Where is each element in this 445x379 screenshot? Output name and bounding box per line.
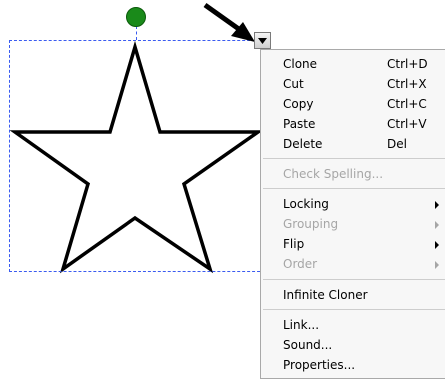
menu-item-label: Infinite Cloner <box>283 288 368 302</box>
menu-item-copy[interactable]: Copy Ctrl+C <box>261 95 445 114</box>
menu-item-infinite-cloner[interactable]: Infinite Cloner <box>261 286 445 305</box>
menu-item-label: Check Spelling... <box>283 167 384 181</box>
menu-item-properties[interactable]: Properties... <box>261 356 445 375</box>
menu-item-shortcut: Ctrl+D <box>387 57 428 71</box>
menu-item-shortcut: Ctrl+C <box>387 97 427 111</box>
menu-separator <box>263 309 445 310</box>
whiteboard-canvas[interactable]: Clone Ctrl+D Cut Ctrl+X Copy Ctrl+C Past… <box>0 0 445 379</box>
menu-item-label: Locking <box>283 197 329 211</box>
menu-item-label: Flip <box>283 237 305 251</box>
menu-item-label: Grouping <box>283 217 339 231</box>
menu-separator <box>263 188 445 189</box>
rotation-handle-stem <box>136 26 137 40</box>
menu-item-locking[interactable]: Locking <box>261 195 445 214</box>
menu-separator <box>263 279 445 280</box>
menu-item-label: Copy <box>283 97 314 111</box>
menu-item-shortcut: Ctrl+V <box>387 117 427 131</box>
submenu-arrow-icon <box>435 261 439 269</box>
rotation-handle-icon[interactable] <box>126 7 146 27</box>
menu-item-label: Clone <box>283 57 318 71</box>
menu-item-link[interactable]: Link... <box>261 316 445 335</box>
menu-separator <box>263 158 445 159</box>
menu-item-sound[interactable]: Sound... <box>261 336 445 355</box>
menu-item-paste[interactable]: Paste Ctrl+V <box>261 115 445 134</box>
triangle-down-icon <box>258 38 267 44</box>
menu-item-flip[interactable]: Flip <box>261 235 445 254</box>
menu-item-clone[interactable]: Clone Ctrl+D <box>261 55 445 74</box>
menu-item-label: Order <box>283 257 318 271</box>
menu-item-delete[interactable]: Delete Del <box>261 135 445 154</box>
menu-item-cut[interactable]: Cut Ctrl+X <box>261 75 445 94</box>
submenu-arrow-icon <box>435 241 439 249</box>
menu-item-label: Link... <box>283 318 320 332</box>
menu-item-order[interactable]: Order <box>261 255 445 274</box>
submenu-arrow-icon <box>435 221 439 229</box>
menu-item-shortcut: Del <box>387 137 407 151</box>
menu-item-label: Paste <box>283 117 316 131</box>
selection-box <box>9 40 265 272</box>
menu-item-shortcut: Ctrl+X <box>387 77 427 91</box>
object-menu-button[interactable] <box>254 32 271 49</box>
menu-item-grouping[interactable]: Grouping <box>261 215 445 234</box>
menu-item-label: Cut <box>283 77 304 91</box>
context-menu: Clone Ctrl+D Cut Ctrl+X Copy Ctrl+C Past… <box>260 49 445 379</box>
submenu-arrow-icon <box>435 201 439 209</box>
menu-item-label: Properties... <box>283 358 356 372</box>
menu-item-label: Sound... <box>283 338 333 352</box>
menu-item-check-spelling[interactable]: Check Spelling... <box>261 165 445 184</box>
menu-item-label: Delete <box>283 137 323 151</box>
